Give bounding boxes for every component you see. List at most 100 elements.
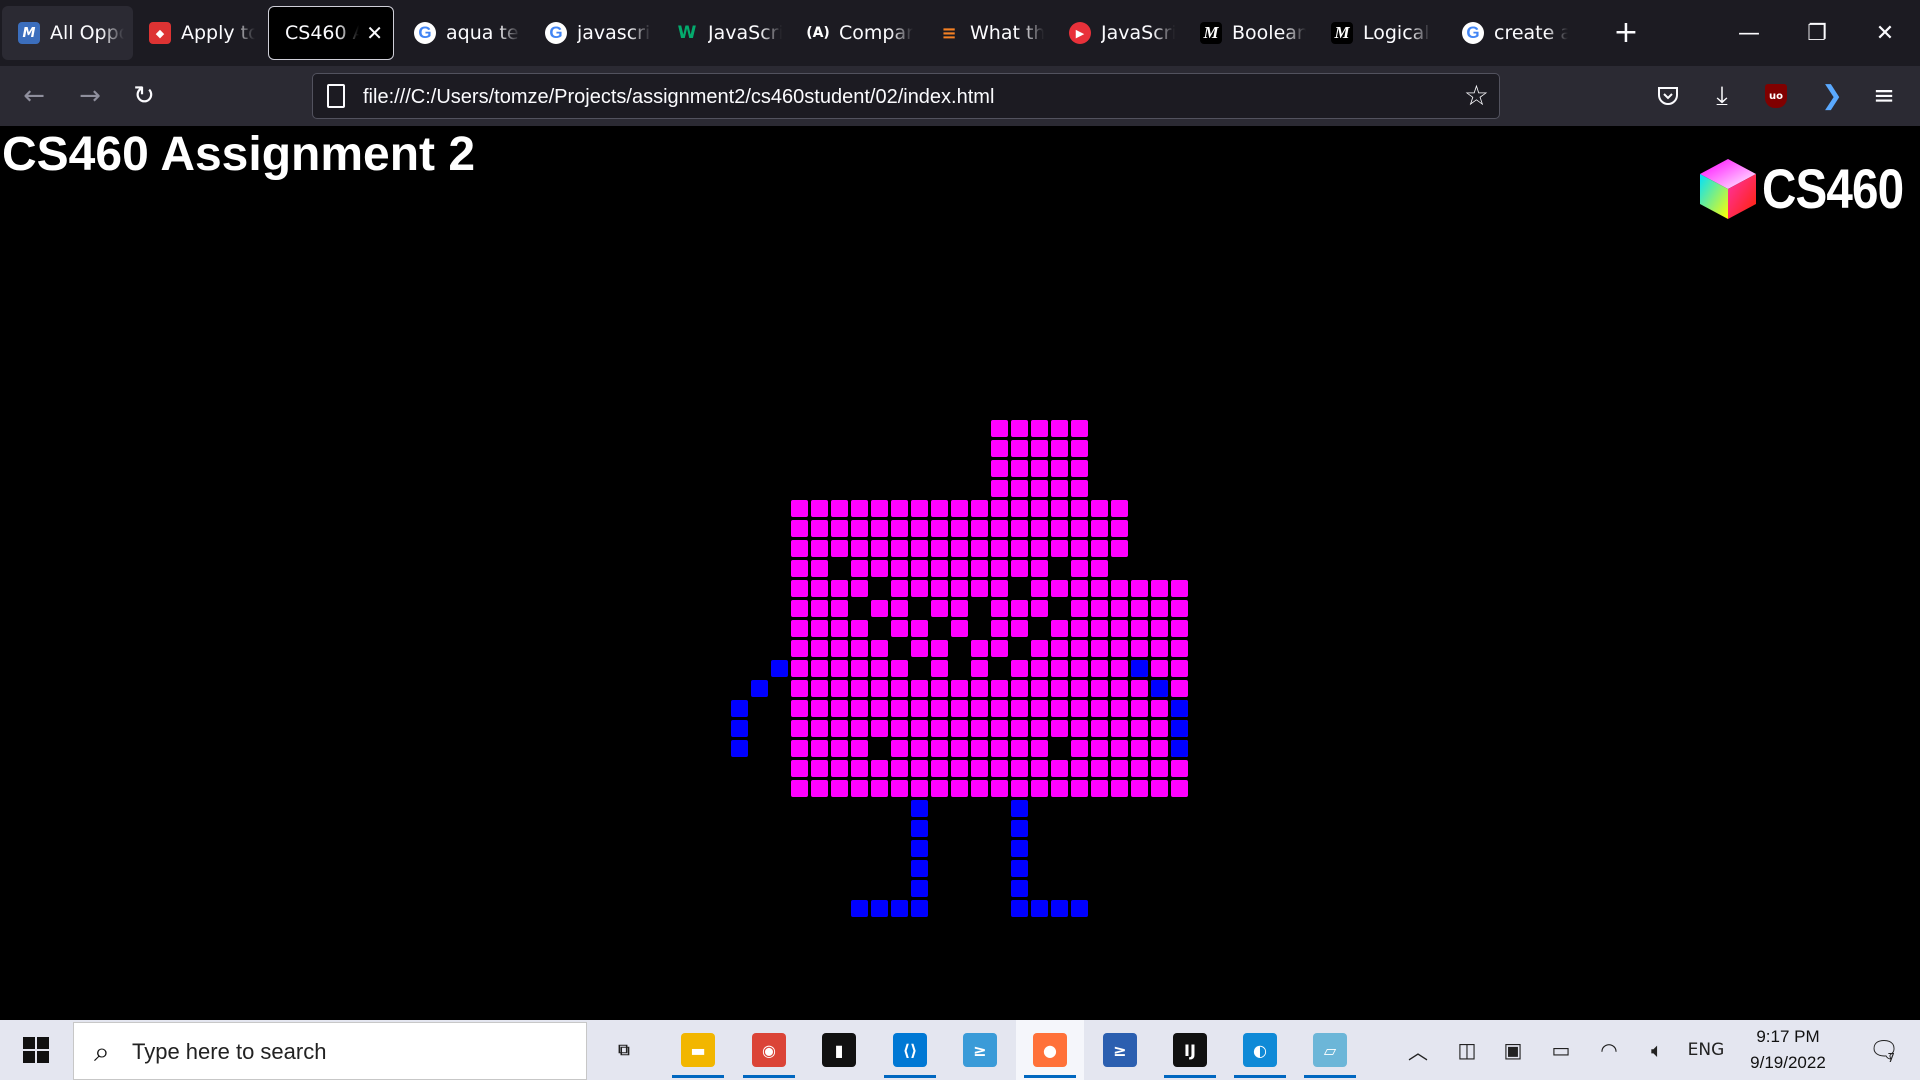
taskbar-terminal[interactable]: ▮ bbox=[805, 1020, 873, 1080]
robot-body-cube bbox=[1131, 640, 1148, 657]
robot-body-cube bbox=[831, 740, 848, 757]
robot-body-cube bbox=[811, 500, 828, 517]
taskbar-task-view[interactable]: ⧉ bbox=[590, 1020, 658, 1080]
robot-body-cube bbox=[971, 580, 988, 597]
tab-5[interactable]: Gjavascrip bbox=[529, 6, 660, 60]
robot-limb-cube bbox=[1171, 700, 1188, 717]
robot-body-cube bbox=[851, 520, 868, 537]
robot-body-cube bbox=[851, 680, 868, 697]
robot-body-cube bbox=[1011, 480, 1028, 497]
ublock-button[interactable]: uo bbox=[1756, 76, 1796, 116]
bookmark-star-icon[interactable]: ☆ bbox=[1464, 79, 1489, 112]
robot-limb-cube bbox=[1011, 880, 1028, 897]
new-tab-button[interactable]: + bbox=[1610, 14, 1642, 52]
robot-body-cube bbox=[811, 740, 828, 757]
tab-label: create ar bbox=[1494, 22, 1568, 44]
url-text[interactable]: file:///C:/Users/tomze/Projects/assignme… bbox=[363, 74, 994, 120]
robot-body-cube bbox=[851, 780, 868, 797]
back-button[interactable]: ← bbox=[14, 76, 54, 116]
tab-8[interactable]: ≡ What th bbox=[922, 6, 1053, 60]
robot-body-cube bbox=[1011, 540, 1028, 557]
speaker-icon: 🔈︎ bbox=[1651, 1038, 1663, 1062]
downloads-button[interactable]: ⤓ bbox=[1702, 76, 1742, 116]
robot-body-cube bbox=[1011, 740, 1028, 757]
pocket-button[interactable] bbox=[1648, 76, 1688, 116]
tab-10[interactable]: M Boolean bbox=[1184, 6, 1315, 60]
forward-button[interactable]: → bbox=[70, 76, 110, 116]
tab-6[interactable]: W JavaScrip bbox=[660, 6, 791, 60]
close-window-button[interactable]: ✕ bbox=[1852, 0, 1918, 66]
meet-now-button[interactable]: ◫ bbox=[1450, 1020, 1484, 1080]
robot-body-cube bbox=[811, 720, 828, 737]
robot-limb-cube bbox=[1011, 860, 1028, 877]
robot-body-cube bbox=[1071, 520, 1088, 537]
file-explorer-icon: ▬ bbox=[681, 1033, 715, 1067]
close-tab-icon[interactable]: ✕ bbox=[366, 21, 383, 45]
app-menu-button[interactable]: ≡ bbox=[1864, 76, 1904, 116]
robot-body-cube bbox=[1091, 720, 1108, 737]
tab-9[interactable]: ▶ JavaScri bbox=[1053, 6, 1184, 60]
robot-body-cube bbox=[911, 760, 928, 777]
volume-button[interactable]: 🔈︎ bbox=[1640, 1020, 1674, 1080]
robot-body-cube bbox=[971, 780, 988, 797]
robot-limb-cube bbox=[1151, 680, 1168, 697]
robot-limb-cube bbox=[1051, 900, 1068, 917]
battery-icon: ▭ bbox=[1551, 1038, 1571, 1062]
robot-body-cube bbox=[931, 600, 948, 617]
language-indicator[interactable]: ENG bbox=[1684, 1020, 1728, 1080]
taskbar-edge[interactable]: ◐ bbox=[1226, 1020, 1294, 1080]
robot-body-cube bbox=[1071, 740, 1088, 757]
robot-body-cube bbox=[991, 580, 1008, 597]
taskbar-intellij[interactable]: IJ bbox=[1156, 1020, 1224, 1080]
taskbar-firefox[interactable]: ● bbox=[1016, 1020, 1084, 1080]
robot-body-cube bbox=[1111, 660, 1128, 677]
tab-7[interactable]: (A) Compari bbox=[791, 6, 922, 60]
tab-12[interactable]: Gcreate ar bbox=[1446, 6, 1577, 60]
robot-body-cube bbox=[931, 740, 948, 757]
clock[interactable]: 9:17 PM 9/19/2022 bbox=[1730, 1024, 1846, 1076]
address-bar[interactable]: file:///C:/Users/tomze/Projects/assignme… bbox=[312, 73, 1500, 119]
robot-body-cube bbox=[851, 620, 868, 637]
robot-body-cube bbox=[1131, 740, 1148, 757]
start-button[interactable] bbox=[0, 1020, 72, 1080]
robot-body-cube bbox=[851, 500, 868, 517]
tab-1[interactable]: M All Oppo bbox=[2, 6, 133, 60]
tab-4[interactable]: Gaqua tee bbox=[398, 6, 529, 60]
screen-capture-button[interactable]: ▣ bbox=[1496, 1020, 1530, 1080]
robot-body-cube bbox=[811, 600, 828, 617]
taskbar-file-explorer[interactable]: ▬ bbox=[664, 1020, 732, 1080]
minimize-button[interactable]: — bbox=[1716, 0, 1782, 66]
robot-body-cube bbox=[971, 740, 988, 757]
taskbar-notepad[interactable]: ▱ bbox=[1296, 1020, 1364, 1080]
battery-button[interactable]: ▭ bbox=[1544, 1020, 1578, 1080]
robot-body-cube bbox=[991, 520, 1008, 537]
robot-body-cube bbox=[1051, 580, 1068, 597]
robot-body-cube bbox=[1091, 740, 1108, 757]
robot-body-cube bbox=[851, 540, 868, 557]
tab-3[interactable]: CS460 As ✕ bbox=[268, 6, 394, 60]
taskbar-powershell[interactable]: ≥ bbox=[1086, 1020, 1154, 1080]
robot-body-cube bbox=[831, 620, 848, 637]
notifications-button[interactable]: 🗨︎ 7 bbox=[1856, 1020, 1908, 1080]
tab-11[interactable]: M Logical bbox=[1315, 6, 1446, 60]
reload-button[interactable]: ↻ bbox=[124, 76, 164, 116]
taskbar-vscode[interactable]: ⟨⟩ bbox=[876, 1020, 944, 1080]
extension-button[interactable]: ❯ bbox=[1812, 76, 1852, 116]
robot-body-cube bbox=[871, 760, 888, 777]
restore-button[interactable]: ❐ bbox=[1784, 0, 1850, 66]
robot-body-cube bbox=[891, 560, 908, 577]
notepad-icon: ▱ bbox=[1313, 1033, 1347, 1067]
show-hidden-icons-button[interactable]: ︿ bbox=[1400, 1020, 1436, 1080]
robot-body-cube bbox=[931, 560, 948, 577]
robot-body-cube bbox=[831, 600, 848, 617]
robot-limb-cube bbox=[1011, 800, 1028, 817]
taskbar-powershell-ise[interactable]: ≥ bbox=[946, 1020, 1014, 1080]
robot-body-cube bbox=[1071, 500, 1088, 517]
tab-2[interactable]: ◆ Apply to bbox=[133, 6, 264, 60]
robot-body-cube bbox=[1091, 520, 1108, 537]
tab-list: MAll Oppo◆Apply toCS460 As✕Gaqua teeGjav… bbox=[2, 6, 1577, 60]
robot-body-cube bbox=[971, 760, 988, 777]
taskbar-chrome[interactable]: ◉ bbox=[735, 1020, 803, 1080]
network-button[interactable]: ◠ bbox=[1592, 1020, 1626, 1080]
taskbar-search[interactable]: ⌕ Type here to search bbox=[73, 1022, 587, 1080]
